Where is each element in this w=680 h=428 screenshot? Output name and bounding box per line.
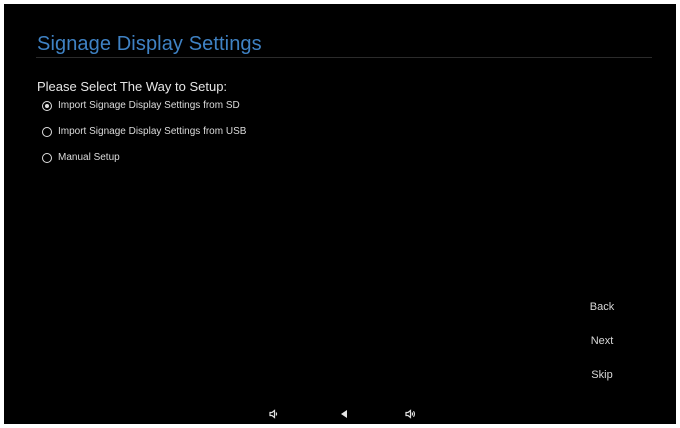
page-title: Signage Display Settings	[37, 33, 262, 55]
option-import-sd[interactable]: Import Signage Display Settings from SD	[42, 100, 240, 111]
radio-unselected-icon[interactable]	[42, 152, 52, 163]
volume-down-icon[interactable]	[268, 408, 280, 420]
option-label: Manual Setup	[58, 152, 120, 163]
signage-setup-screen: Signage Display Settings Please Select T…	[4, 4, 676, 424]
option-label: Import Signage Display Settings from SD	[58, 100, 240, 111]
setup-prompt: Please Select The Way to Setup:	[37, 79, 228, 94]
next-button[interactable]: Next	[584, 335, 620, 347]
option-manual-setup[interactable]: Manual Setup	[42, 152, 120, 163]
radio-selected-icon[interactable]	[42, 100, 52, 111]
radio-unselected-icon[interactable]	[42, 126, 52, 137]
back-button[interactable]: Back	[584, 301, 620, 313]
option-import-usb[interactable]: Import Signage Display Settings from USB	[42, 126, 246, 137]
skip-button[interactable]: Skip	[584, 369, 620, 381]
option-label: Import Signage Display Settings from USB	[58, 126, 247, 137]
back-triangle-icon[interactable]	[338, 408, 350, 420]
title-divider	[36, 57, 652, 58]
volume-up-icon[interactable]	[404, 408, 416, 420]
